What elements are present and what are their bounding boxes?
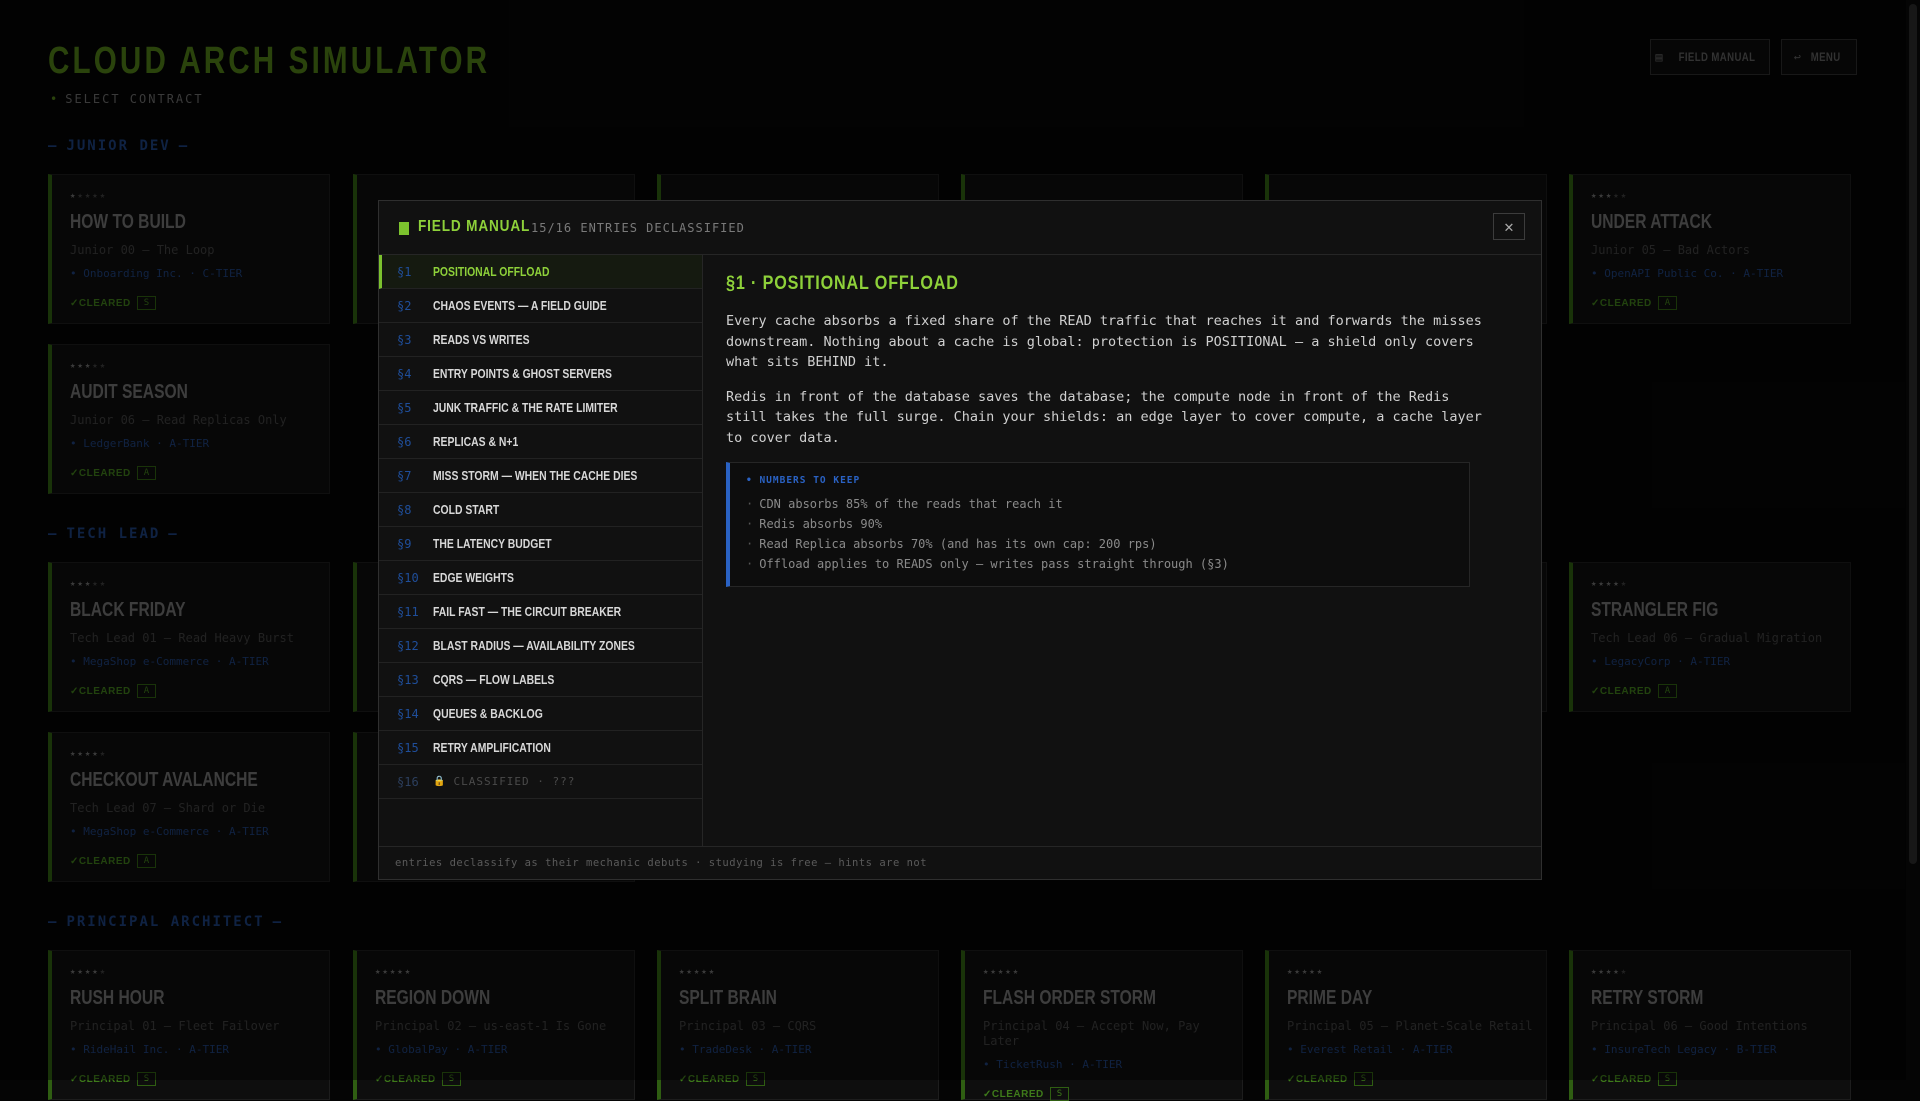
toc-item[interactable]: §5 JUNK TRAFFIC & THE RATE LIMITER xyxy=(379,391,702,425)
toc-label: RETRY AMPLIFICATION xyxy=(433,740,551,755)
toc-item[interactable]: §12 BLAST RADIUS — AVAILABILITY ZONES xyxy=(379,629,702,663)
toc-label: BLAST RADIUS — AVAILABILITY ZONES xyxy=(433,638,635,653)
toc-label: FAIL FAST — THE CIRCUIT BREAKER xyxy=(433,604,622,619)
toc-item[interactable]: §3 READS VS WRITES xyxy=(379,323,702,357)
toc-item[interactable]: §7 MISS STORM — WHEN THE CACHE DIES xyxy=(379,459,702,493)
toc-number: §11 xyxy=(397,604,419,619)
entries-count: 15/16 ENTRIES DECLASSIFIED xyxy=(531,221,745,235)
toc-number: §1 xyxy=(397,264,412,279)
numbers-to-keep-title: • NUMBERS TO KEEP xyxy=(746,475,861,486)
list-item: · Redis absorbs 90% xyxy=(746,517,883,531)
toc-item[interactable]: §15 RETRY AMPLIFICATION xyxy=(379,731,702,765)
toc-label: POSITIONAL OFFLOAD xyxy=(433,264,550,279)
toc-number: §9 xyxy=(397,536,412,551)
toc-label: COLD START xyxy=(433,502,500,517)
close-icon: ✕ xyxy=(1504,217,1514,236)
toc-item[interactable]: §11 FAIL FAST — THE CIRCUIT BREAKER xyxy=(379,595,702,629)
toc-label: EDGE WEIGHTS xyxy=(433,570,514,585)
toc-label: THE LATENCY BUDGET xyxy=(433,536,552,551)
cleared-badge: ✓CLEARED S xyxy=(983,1087,1070,1101)
toc-label: CHAOS EVENTS — A FIELD GUIDE xyxy=(433,298,607,313)
toc-label: REPLICAS & N+1 xyxy=(433,434,519,449)
modal-header: FIELD MANUAL 15/16 ENTRIES DECLASSIFIED … xyxy=(379,201,1541,255)
toc-label: CLASSIFIED · ??? xyxy=(453,775,576,788)
entry-paragraph: Redis in front of the database saves the… xyxy=(726,388,1482,446)
manual-marker-icon xyxy=(399,222,409,235)
toc-number: §14 xyxy=(397,706,419,721)
toc-number: §8 xyxy=(397,502,412,517)
field-manual-modal: FIELD MANUAL 15/16 ENTRIES DECLASSIFIED … xyxy=(378,200,1542,880)
entry-title: §1 · POSITIONAL OFFLOAD xyxy=(726,273,959,294)
table-of-contents: §1 POSITIONAL OFFLOAD §2 CHAOS EVENTS — A F… xyxy=(379,255,703,847)
modal-title: FIELD MANUAL xyxy=(418,218,531,235)
toc-number: §16 xyxy=(397,774,419,789)
list-item: · Read Replica absorbs 70% (and has its o… xyxy=(746,537,1157,551)
toc-number: §7 xyxy=(397,468,412,483)
toc-number: §5 xyxy=(397,400,412,415)
toc-number: §13 xyxy=(397,672,419,687)
toc-label: CQRS — FLOW LABELS xyxy=(433,672,555,687)
toc-label: QUEUES & BACKLOG xyxy=(433,706,543,721)
toc-item[interactable]: §10 EDGE WEIGHTS xyxy=(379,561,702,595)
toc-item[interactable]: §13 CQRS — FLOW LABELS xyxy=(379,663,702,697)
toc-item[interactable]: §8 COLD START xyxy=(379,493,702,527)
toc-label: JUNK TRAFFIC & THE RATE LIMITER xyxy=(433,400,618,415)
lock-icon: 🔒 xyxy=(433,776,446,787)
toc-item[interactable]: §9 THE LATENCY BUDGET xyxy=(379,527,702,561)
toc-number: §15 xyxy=(397,740,419,755)
toc-number: §12 xyxy=(397,638,419,653)
toc-item[interactable]: §14 QUEUES & BACKLOG xyxy=(379,697,702,731)
toc-number: §10 xyxy=(397,570,419,585)
modal-footer: entries declassify as their mechanic deb… xyxy=(379,846,1541,879)
entry-paragraph: Every cache absorbs a fixed share of the… xyxy=(726,313,1482,370)
list-item: · Offload applies to READS only — writes … xyxy=(746,557,1229,571)
list-item: · CDN absorbs 85% of the reads that reach… xyxy=(746,497,1063,511)
close-button[interactable]: ✕ xyxy=(1493,213,1525,240)
entry-content: §1 · POSITIONAL OFFLOAD Every cache abso… xyxy=(726,273,1486,587)
toc-number: §6 xyxy=(397,434,412,449)
toc-number: §2 xyxy=(397,298,412,313)
toc-label: ENTRY POINTS & GHOST SERVERS xyxy=(433,366,612,381)
toc-item[interactable]: §2 CHAOS EVENTS — A FIELD GUIDE xyxy=(379,289,702,323)
toc-item[interactable]: §16 🔒 CLASSIFIED · ??? xyxy=(379,765,702,799)
toc-number: §3 xyxy=(397,332,412,347)
toc-number: §4 xyxy=(397,366,412,381)
toc-label: MISS STORM — WHEN THE CACHE DIES xyxy=(433,468,638,483)
toc-label: READS VS WRITES xyxy=(433,332,530,347)
numbers-to-keep-box: • NUMBERS TO KEEP · CDN absorbs 85% of th… xyxy=(726,462,1470,587)
toc-item[interactable]: §1 POSITIONAL OFFLOAD xyxy=(379,255,702,289)
toc-item[interactable]: §6 REPLICAS & N+1 xyxy=(379,425,702,459)
toc-item[interactable]: §4 ENTRY POINTS & GHOST SERVERS xyxy=(379,357,702,391)
